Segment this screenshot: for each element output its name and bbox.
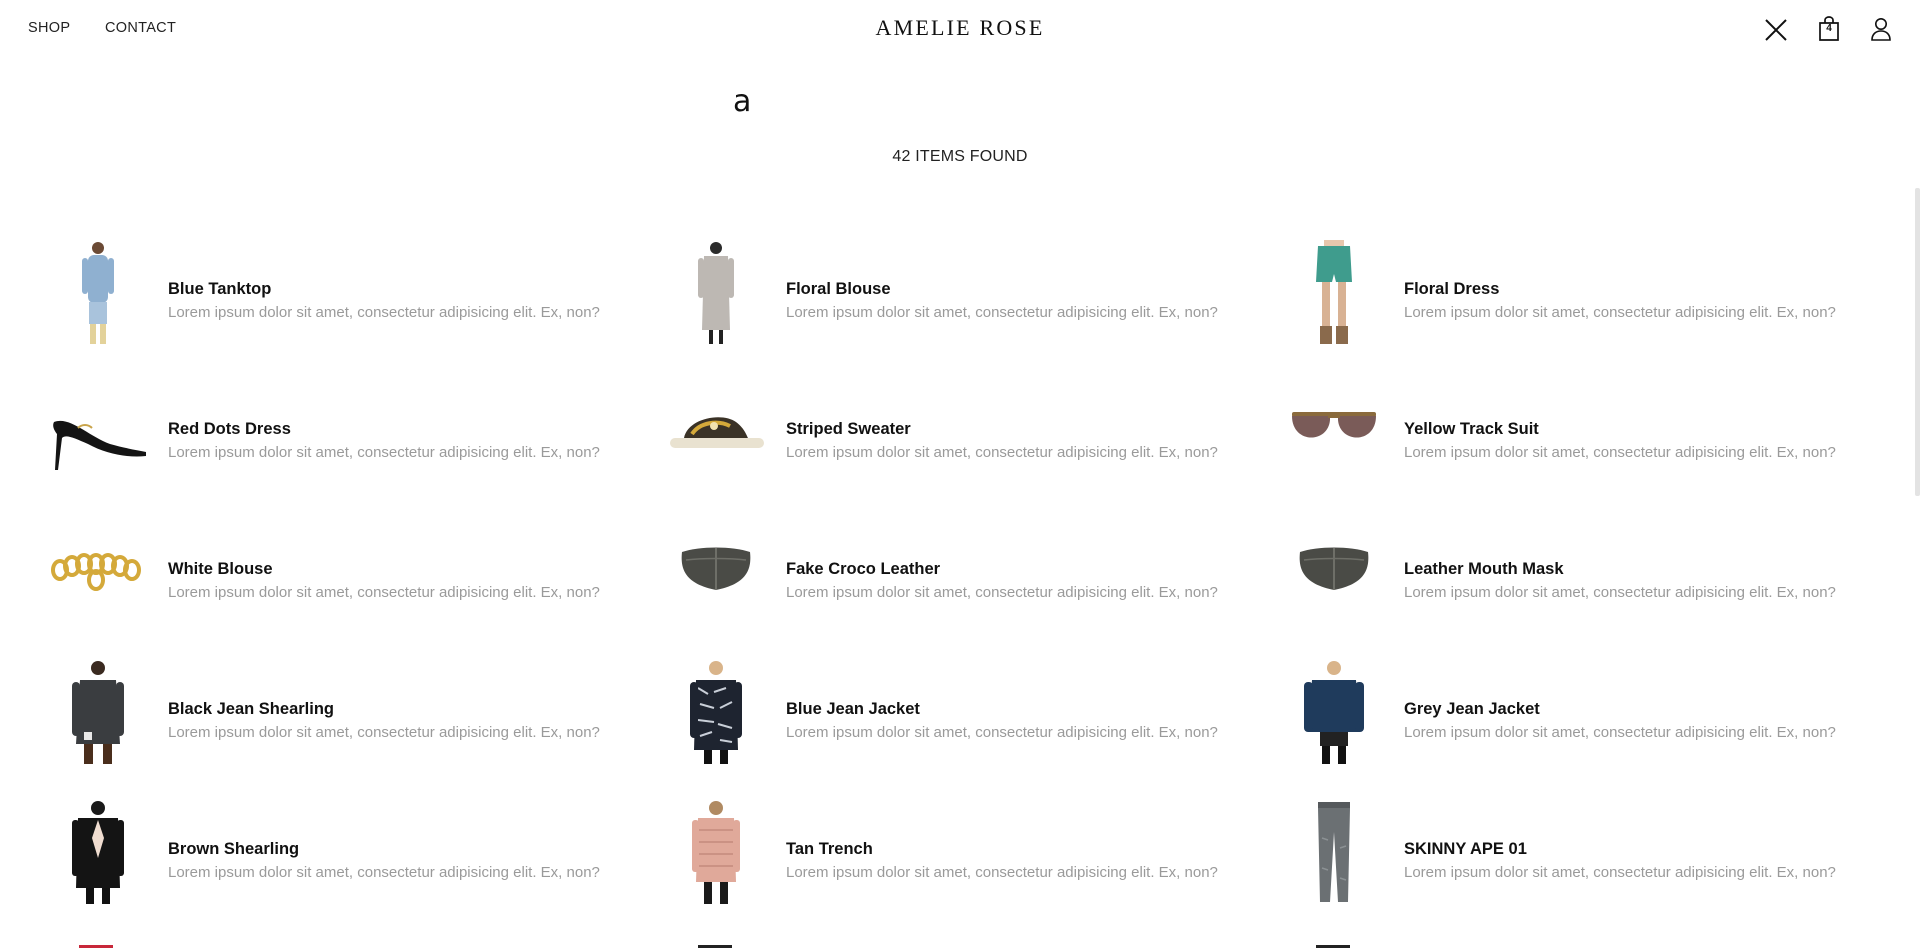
result-title[interactable]: Floral Blouse xyxy=(786,280,891,299)
top-navigation: SHOP CONTACT AMELIE ROSE 4 xyxy=(0,0,1920,58)
result-item[interactable]: Yellow Track Suit Lorem ipsum dolor sit a… xyxy=(1284,378,1884,498)
result-title[interactable]: Striped Sweater xyxy=(786,420,911,439)
result-description: Lorem ipsum dolor sit amet, consectetur … xyxy=(1404,584,1836,601)
result-item[interactable]: Fake Croco Leather Lorem ipsum dolor sit … xyxy=(666,518,1266,638)
cart-count-badge: 4 xyxy=(1826,23,1832,34)
search-results-grid: Blue Tanktop Lorem ipsum dolor sit amet, … xyxy=(0,0,1920,948)
cart-button[interactable]: 4 xyxy=(1818,16,1840,42)
model-blue-denim-dress-thumbnail[interactable] xyxy=(48,238,148,348)
result-title[interactable]: Floral Dress xyxy=(1404,280,1499,299)
account-icon[interactable] xyxy=(1870,17,1892,41)
close-search-icon[interactable] xyxy=(1764,18,1788,42)
leather-face-mask-thumbnail[interactable] xyxy=(1284,518,1384,628)
result-title[interactable]: White Blouse xyxy=(168,560,273,579)
model-dark-quilted-jacket-thumbnail[interactable] xyxy=(48,658,148,768)
result-title[interactable]: SKINNY APE 01 xyxy=(1404,840,1527,859)
result-title[interactable]: Fake Croco Leather xyxy=(786,560,940,579)
model-black-blazer-thumbnail[interactable] xyxy=(48,798,148,908)
brand-logo: AMELIE ROSE xyxy=(875,15,1045,40)
result-description: Lorem ipsum dolor sit amet, consectetur … xyxy=(786,304,1218,321)
result-description: Lorem ipsum dolor sit amet, consectetur … xyxy=(786,584,1218,601)
result-description: Lorem ipsum dolor sit amet, consectetur … xyxy=(168,724,600,741)
result-title[interactable]: Tan Trench xyxy=(786,840,873,859)
result-item[interactable]: Floral Dress Lorem ipsum dolor sit amet, … xyxy=(1284,238,1884,358)
aviator-sunglasses-thumbnail[interactable] xyxy=(1284,378,1384,488)
search-input[interactable] xyxy=(733,84,1133,119)
result-item[interactable]: Blue Jean Jacket Lorem ipsum dolor sit am… xyxy=(666,658,1266,778)
result-title[interactable]: Yellow Track Suit xyxy=(1404,420,1539,439)
result-description: Lorem ipsum dolor sit amet, consectetur … xyxy=(1404,724,1836,741)
result-title[interactable]: Grey Jean Jacket xyxy=(1404,700,1540,719)
result-description: Lorem ipsum dolor sit amet, consectetur … xyxy=(1404,444,1836,461)
model-teal-shorts-thumbnail[interactable] xyxy=(1284,238,1384,348)
result-title[interactable]: Red Dots Dress xyxy=(168,420,291,439)
result-title[interactable]: Brown Shearling xyxy=(168,840,299,859)
nav-contact-link[interactable]: CONTACT xyxy=(105,20,176,36)
result-item[interactable]: Red Dots Dress Lorem ipsum dolor sit amet… xyxy=(48,378,648,498)
nav-shop-link[interactable]: SHOP xyxy=(28,20,70,36)
result-description: Lorem ipsum dolor sit amet, consectetur … xyxy=(168,864,600,881)
result-description: Lorem ipsum dolor sit amet, consectetur … xyxy=(786,864,1218,881)
model-grey-long-dress-thumbnail[interactable] xyxy=(666,238,766,348)
result-description: Lorem ipsum dolor sit amet, consectetur … xyxy=(1404,304,1836,321)
black-stiletto-heel-thumbnail[interactable] xyxy=(48,378,148,488)
result-item[interactable]: Black Jean Shearling Lorem ipsum dolor si… xyxy=(48,658,648,778)
result-description: Lorem ipsum dolor sit amet, consectetur … xyxy=(1404,864,1836,881)
result-description: Lorem ipsum dolor sit amet, consectetur … xyxy=(786,724,1218,741)
result-item[interactable]: White Blouse Lorem ipsum dolor sit amet, … xyxy=(48,518,648,638)
result-title[interactable]: Blue Jean Jacket xyxy=(786,700,920,719)
result-title[interactable]: Black Jean Shearling xyxy=(168,700,334,719)
result-item[interactable]: Floral Blouse Lorem ipsum dolor sit amet,… xyxy=(666,238,1266,358)
model-pink-puffer-thumbnail[interactable] xyxy=(666,798,766,908)
result-item[interactable]: Leather Mouth Mask Lorem ipsum dolor sit … xyxy=(1284,518,1884,638)
grey-skinny-jeans-thumbnail[interactable] xyxy=(1284,798,1384,908)
model-navy-jacket-thumbnail[interactable] xyxy=(1284,658,1384,768)
result-title[interactable]: Blue Tanktop xyxy=(168,280,271,299)
model-patterned-jacket-thumbnail[interactable] xyxy=(666,658,766,768)
result-item[interactable]: SKINNY APE 01 Lorem ipsum dolor sit amet,… xyxy=(1284,798,1884,918)
result-item[interactable]: Tan Trench Lorem ipsum dolor sit amet, co… xyxy=(666,798,1266,918)
leather-face-mask-thumbnail[interactable] xyxy=(666,518,766,628)
result-item[interactable]: Brown Shearling Lorem ipsum dolor sit ame… xyxy=(48,798,648,918)
result-item[interactable]: Striped Sweater Lorem ipsum dolor sit ame… xyxy=(666,378,1266,498)
printed-slide-sandal-thumbnail[interactable] xyxy=(666,378,766,488)
result-item[interactable]: Grey Jean Jacket Lorem ipsum dolor sit am… xyxy=(1284,658,1884,778)
page-scrollbar[interactable] xyxy=(1915,188,1920,496)
result-description: Lorem ipsum dolor sit amet, consectetur … xyxy=(786,444,1218,461)
result-title[interactable]: Leather Mouth Mask xyxy=(1404,560,1564,579)
gold-chain-bracelet-thumbnail[interactable] xyxy=(48,518,148,628)
result-item[interactable]: Blue Tanktop Lorem ipsum dolor sit amet, … xyxy=(48,238,648,358)
result-description: Lorem ipsum dolor sit amet, consectetur … xyxy=(168,304,600,321)
result-description: Lorem ipsum dolor sit amet, consectetur … xyxy=(168,444,600,461)
results-count: 42 ITEMS FOUND xyxy=(892,148,1028,165)
result-description: Lorem ipsum dolor sit amet, consectetur … xyxy=(168,584,600,601)
